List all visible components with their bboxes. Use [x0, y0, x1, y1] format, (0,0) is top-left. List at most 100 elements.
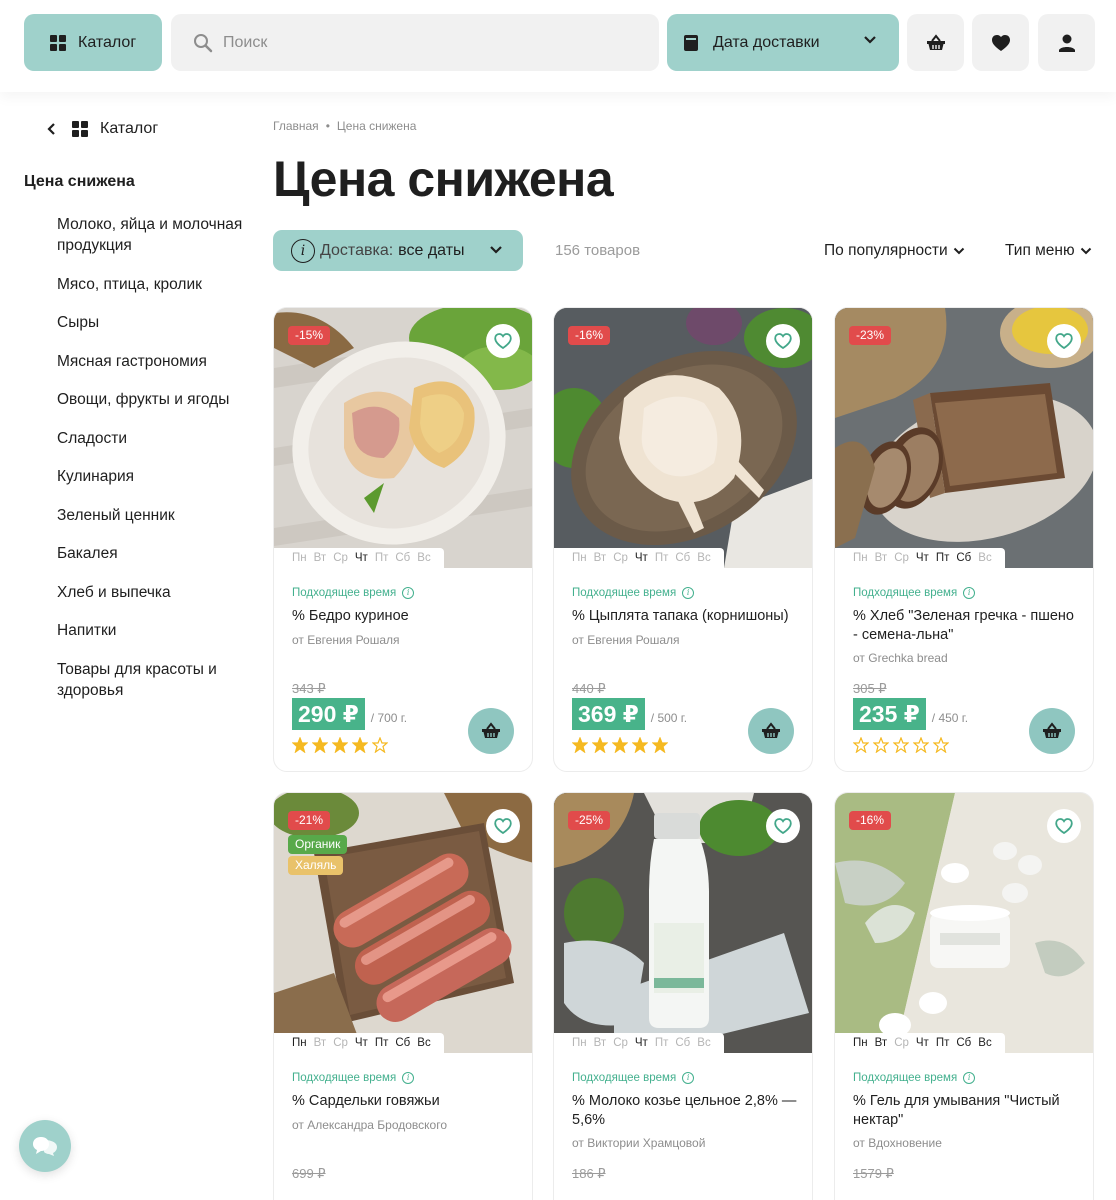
favorite-button[interactable] — [486, 809, 520, 843]
star-filled-icon — [292, 737, 308, 753]
menu-type-dropdown[interactable]: Тип меню — [1005, 242, 1092, 260]
day-thu: Чт — [354, 1037, 368, 1049]
product-photo[interactable]: -15% Пн Вт Ср Чт Пт Сб Вс — [274, 308, 532, 568]
delivery-filter-value: все даты — [398, 241, 465, 259]
add-to-cart-button[interactable] — [1029, 708, 1075, 754]
product-card[interactable]: -15% Пн Вт Ср Чт Пт Сб Вс Подходящее вре… — [273, 307, 533, 772]
sidebar-item-cooking[interactable]: Кулинария — [57, 466, 247, 487]
product-name[interactable]: % Цыплята тапака (корнишоны) — [572, 607, 800, 626]
sidebar-item-meat[interactable]: Мясо, птица, кролик — [57, 274, 247, 295]
day-fri: Пт — [935, 552, 950, 564]
product-card[interactable]: -16% Пн Вт Ср Чт Пт Сб Вс Подходящее вре… — [553, 307, 813, 772]
day-sat: Сб — [956, 552, 972, 564]
day-mon: Пн — [853, 552, 868, 564]
day-fri: Пт — [935, 1037, 950, 1049]
favorites-button[interactable] — [972, 14, 1029, 71]
sidebar-item-deli[interactable]: Мясная гастрономия — [57, 351, 247, 372]
discount-badge: -23% — [849, 326, 892, 345]
product-name[interactable]: % Гель для умывания "Чистый нектар" — [853, 1092, 1081, 1130]
product-maker[interactable]: от Евгения Рошаля — [572, 633, 680, 647]
info-icon[interactable]: i — [963, 1072, 976, 1084]
star-filled-icon — [332, 737, 348, 753]
sidebar-item-cheese[interactable]: Сыры — [57, 312, 247, 333]
product-maker[interactable]: от Евгения Рошаля — [292, 633, 400, 647]
favorite-button[interactable] — [766, 809, 800, 843]
add-to-cart-button[interactable] — [468, 708, 514, 754]
price-unit: / 500 г. — [650, 711, 688, 725]
product-card[interactable]: -21% Органик Халяль Пн Вт Ср Чт Пт Сб Вс… — [273, 792, 533, 1200]
sidebar-current-category[interactable]: Цена снижена — [24, 173, 135, 191]
product-photo[interactable]: -16% Пн Вт Ср Чт Пт Сб Вс — [835, 793, 1093, 1053]
product-photo[interactable]: -25% Пн Вт Ср Чт Пт Сб Вс — [554, 793, 812, 1053]
sidebar-item-produce[interactable]: Овощи, фрукты и ягоды — [57, 389, 247, 410]
product-card[interactable]: -16% Пн Вт Ср Чт Пт Сб Вс Подходящее вре… — [834, 792, 1094, 1200]
favorite-button[interactable] — [766, 324, 800, 358]
info-icon[interactable]: i — [682, 587, 695, 599]
product-name[interactable]: % Молоко козье цельное 2,8% — 5,6% — [572, 1092, 800, 1130]
day-sun: Вс — [697, 1037, 711, 1049]
product-name[interactable]: % Бедро куриное — [292, 607, 520, 626]
sidebar-item-bakery[interactable]: Хлеб и выпечка — [57, 582, 247, 603]
info-icon[interactable]: i — [402, 1072, 415, 1084]
add-to-cart-button[interactable] — [748, 708, 794, 754]
info-icon: i — [291, 238, 315, 263]
sort-dropdown[interactable]: По популярности — [824, 242, 965, 260]
product-photo[interactable]: -21% Органик Халяль Пн Вт Ср Чт Пт Сб Вс — [274, 793, 532, 1053]
product-card[interactable]: -25% Пн Вт Ср Чт Пт Сб Вс Подходящее вре… — [553, 792, 813, 1200]
chat-button[interactable] — [19, 1120, 71, 1172]
breadcrumb-separator: • — [325, 119, 330, 133]
page-title: Цена снижена — [273, 151, 614, 207]
day-thu: Чт — [634, 1037, 648, 1049]
favorite-button[interactable] — [1047, 809, 1081, 843]
suitable-time-label: Подходящее время — [853, 1072, 958, 1084]
heart-outline-icon — [774, 333, 792, 349]
product-maker[interactable]: от Grechka bread — [853, 651, 948, 665]
day-tue: Вт — [313, 552, 327, 564]
heart-outline-icon — [1055, 333, 1073, 349]
delivery-filter-dropdown[interactable]: i Доставка: все даты — [273, 230, 523, 271]
product-maker[interactable]: от Виктории Храмцовой — [572, 1136, 705, 1150]
menu-type-label: Тип меню — [1005, 242, 1075, 259]
sidebar-item-green-price[interactable]: Зеленый ценник — [57, 505, 247, 526]
sidebar-item-grocery[interactable]: Бакалея — [57, 543, 247, 564]
suitable-time: Подходящее время i — [572, 587, 695, 599]
info-icon[interactable]: i — [402, 587, 415, 599]
sidebar-item-dairy[interactable]: Молоко, яйца и молочная продукция — [57, 214, 247, 256]
sidebar-item-beauty[interactable]: Товары для красоты и здоровья — [57, 659, 247, 701]
favorite-button[interactable] — [1047, 324, 1081, 358]
product-photo[interactable]: -16% Пн Вт Ср Чт Пт Сб Вс — [554, 308, 812, 568]
suitable-time: Подходящее время i — [572, 1072, 695, 1084]
chevron-down-icon — [1080, 247, 1091, 254]
sidebar-item-sweets[interactable]: Сладости — [57, 428, 247, 449]
star-empty-icon — [873, 737, 889, 753]
catalog-button-label: Каталог — [78, 33, 137, 51]
chevron-down-icon — [490, 246, 502, 254]
organic-badge: Органик — [288, 835, 348, 854]
day-thu: Чт — [634, 552, 648, 564]
product-name[interactable]: % Хлеб "Зеленая гречка - пшено - семена-… — [853, 607, 1081, 645]
product-name[interactable]: % Сардельки говяжьи — [292, 1092, 520, 1111]
suitable-time-label: Подходящее время — [572, 1072, 677, 1084]
info-icon[interactable]: i — [963, 587, 976, 599]
day-mon: Пн — [572, 1037, 587, 1049]
cart-button[interactable] — [907, 14, 964, 71]
search-input[interactable]: Поиск — [171, 14, 659, 71]
product-maker[interactable]: от Вдохновение — [853, 1136, 942, 1150]
sidebar-item-drinks[interactable]: Напитки — [57, 620, 247, 641]
catalog-button[interactable]: Каталог — [24, 14, 162, 71]
discount-badge: -15% — [288, 326, 331, 345]
profile-button[interactable] — [1038, 14, 1095, 71]
product-maker[interactable]: от Александра Бродовского — [292, 1118, 447, 1132]
suitable-time-label: Подходящее время — [853, 587, 958, 599]
info-icon[interactable]: i — [682, 1072, 695, 1084]
day-mon: Пн — [292, 552, 307, 564]
product-card[interactable]: -23% Пн Вт Ср Чт Пт Сб Вс Подходящее вре… — [834, 307, 1094, 772]
day-sun: Вс — [697, 552, 711, 564]
current-price: 290 ₽ — [292, 698, 365, 730]
search-icon — [194, 33, 213, 52]
product-photo[interactable]: -23% Пн Вт Ср Чт Пт Сб Вс — [835, 308, 1093, 568]
sidebar-back-link[interactable]: Каталог — [46, 120, 158, 138]
breadcrumb-home[interactable]: Главная — [273, 119, 319, 133]
favorite-button[interactable] — [486, 324, 520, 358]
delivery-date-button[interactable]: Дата доставки — [667, 14, 899, 71]
